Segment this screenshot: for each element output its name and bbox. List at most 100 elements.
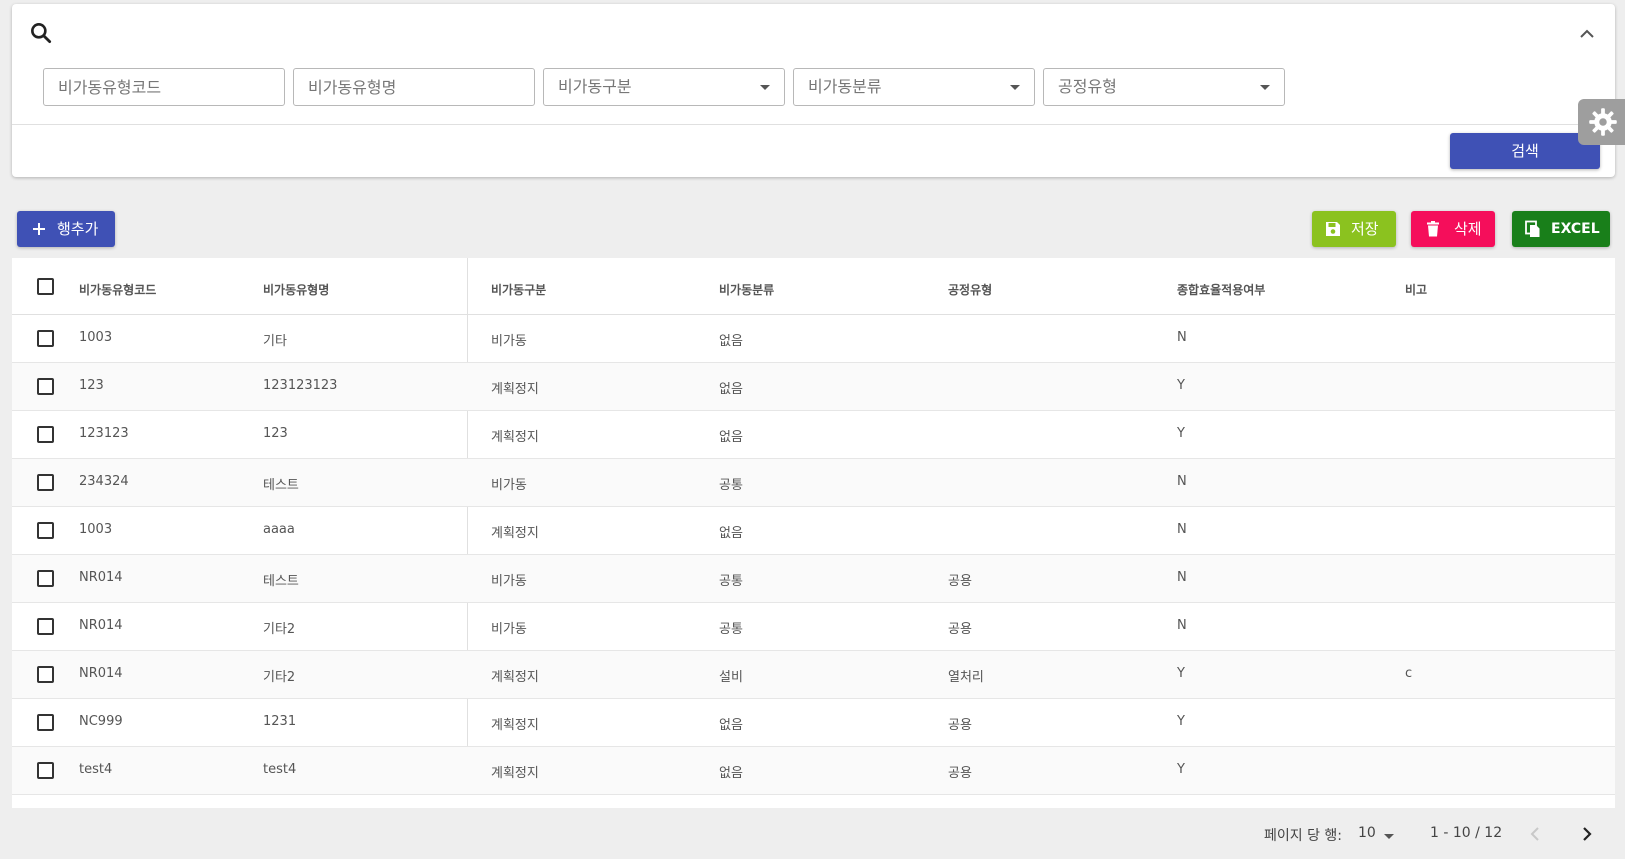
table-cell: 123123123 [263,378,338,393]
table-cell: 계획정지 [491,718,539,733]
page-range: 1 - 10 / 12 [1430,825,1503,841]
nonoperation-category-select[interactable]: 비가동분류 [793,68,1035,106]
table-row[interactable]: NC999 1231 계획정지 없음 공용 Y [12,699,1615,747]
table-cell: 공통 [719,574,743,589]
rows-per-page-label: 페이지 당 행: [1264,828,1343,844]
rows-per-page-select[interactable]: 10 [1358,825,1376,841]
nonoperation-type-select[interactable]: 비가동구분 [543,68,785,106]
table-cell: 없음 [719,382,743,397]
column-header[interactable]: 공정유형 [948,281,992,298]
table-cell: 없음 [719,334,743,349]
gear-icon [1589,108,1617,136]
plus-icon [33,223,45,235]
column-header[interactable]: 비가동유형코드 [79,281,156,298]
table-cell: NR014 [79,570,123,585]
dropdown-caret-icon [1010,85,1020,90]
column-header[interactable]: 비가동분류 [719,281,774,298]
chevron-left-icon[interactable] [1526,824,1546,844]
add-row-label: 행추가 [57,220,99,238]
row-checkbox[interactable] [37,378,54,395]
table-cell: 공용 [948,718,972,733]
row-checkbox[interactable] [37,474,54,491]
table-cell: 테스트 [263,478,299,493]
table-cell: 공용 [948,622,972,637]
table-cell: test4 [263,762,297,777]
save-icon [1326,222,1340,236]
table-cell: 기타 [263,334,287,349]
table-cell: 테스트 [263,574,299,589]
table-row[interactable]: 123 123123123 계획정지 없음 Y [12,363,1615,411]
nonoperation-type-select-label: 비가동구분 [558,77,632,96]
table-cell: 없음 [719,430,743,445]
table-cell: 123 [263,426,288,441]
table-cell: 123 [79,378,104,393]
table-row[interactable]: 1003 aaaa 계획정지 없음 N [12,507,1615,555]
table-row[interactable]: 1003 기타 비가동 없음 N [12,315,1615,363]
table-cell: Y [1177,714,1185,729]
dropdown-caret-icon [760,85,770,90]
table-cell: NR014 [79,618,123,633]
table-row[interactable]: test4 test4 계획정지 없음 공용 Y [12,747,1615,795]
table-cell: 공용 [948,574,972,589]
trash-icon [1427,221,1439,237]
table-cell: 열처리 [948,670,984,685]
table-cell: 기타2 [263,622,296,637]
table-cell: Y [1177,762,1185,777]
column-header[interactable]: 비가동유형명 [263,281,329,298]
table-cell: 1003 [79,330,113,345]
table-cell: 공통 [719,622,743,637]
table-cell: NR014 [79,666,123,681]
row-checkbox[interactable] [37,330,54,347]
table-cell: N [1177,522,1187,537]
table-row[interactable]: 123123 123 계획정지 없음 Y [12,411,1615,459]
table-cell: 없음 [719,718,743,733]
delete-button[interactable]: 삭제 [1411,211,1495,247]
save-label: 저장 [1351,220,1379,238]
table-cell: 1003 [79,522,113,537]
table-cell: 없음 [719,766,743,781]
table-cell: 비가동 [491,478,527,493]
row-checkbox[interactable] [37,666,54,683]
copy-file-icon [1525,220,1540,237]
excel-export-button[interactable]: EXCEL [1512,211,1610,247]
chevron-right-icon[interactable] [1576,824,1596,844]
table-cell: NC999 [79,714,123,729]
table-cell: 234324 [79,474,129,489]
table-cell: test4 [79,762,113,777]
table-cell: c [1405,666,1413,681]
chevron-up-icon[interactable] [1577,24,1597,44]
table-cell: N [1177,618,1187,633]
grid-header: 비가동유형코드 비가동유형명 비가동구분 비가동분류 공정유형 종합효율적용여부… [12,258,1615,315]
table-row[interactable]: NR014 테스트 비가동 공통 공용 N [12,555,1615,603]
table-row[interactable]: NR014 기타2 비가동 공통 공용 N [12,603,1615,651]
column-header[interactable]: 종합효율적용여부 [1177,281,1265,298]
select-all-checkbox[interactable] [37,278,54,295]
nonoperation-code-input[interactable] [58,69,270,105]
table-cell: 비가동 [491,574,527,589]
excel-label: EXCEL [1551,221,1600,237]
table-row[interactable]: 234324 테스트 비가동 공통 N [12,459,1615,507]
table-cell: N [1177,474,1187,489]
add-row-button[interactable]: 행추가 [17,211,115,247]
nonoperation-category-select-label: 비가동분류 [808,77,882,96]
nonoperation-code-field[interactable] [43,68,285,106]
save-button[interactable]: 저장 [1312,211,1396,247]
table-cell: Y [1177,426,1185,441]
nonoperation-name-field[interactable] [293,68,535,106]
table-cell: Y [1177,378,1185,393]
table-cell: 1231 [263,714,297,729]
row-checkbox[interactable] [37,426,54,443]
settings-tab[interactable] [1578,99,1625,145]
table-row[interactable]: NR014 기타2 계획정지 설비 열처리 Yc [12,651,1615,699]
data-grid: 비가동유형코드 비가동유형명 비가동구분 비가동분류 공정유형 종합효율적용여부… [12,258,1615,808]
column-header[interactable]: 비가동구분 [491,281,546,298]
row-checkbox[interactable] [37,618,54,635]
process-type-select[interactable]: 공정유형 [1043,68,1285,106]
row-checkbox[interactable] [37,522,54,539]
row-checkbox[interactable] [37,762,54,779]
table-cell: 공용 [948,766,972,781]
row-checkbox[interactable] [37,570,54,587]
column-header[interactable]: 비고 [1405,281,1427,298]
nonoperation-name-input[interactable] [308,69,520,105]
row-checkbox[interactable] [37,714,54,731]
